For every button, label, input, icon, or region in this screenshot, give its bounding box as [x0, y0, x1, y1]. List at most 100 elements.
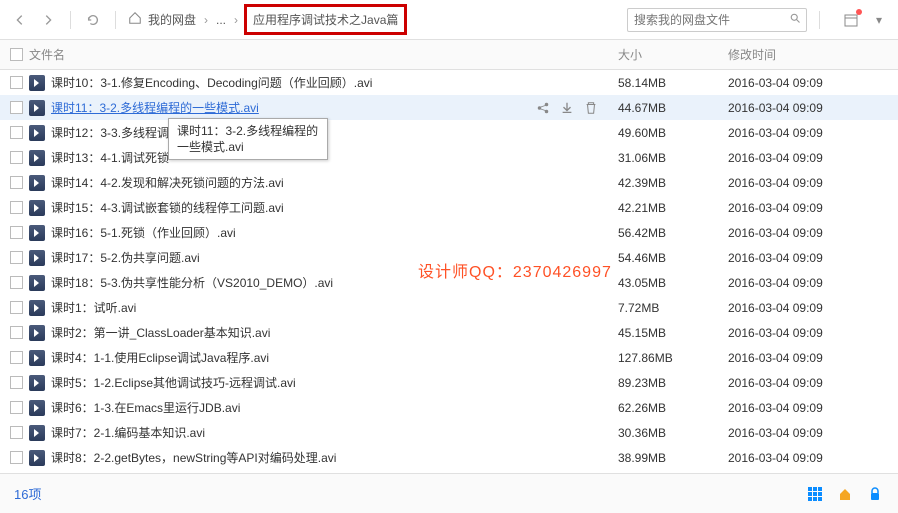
row-actions — [536, 101, 598, 115]
column-headers: 文件名 大小 修改时间 — [0, 40, 898, 70]
file-size: 62.26MB — [618, 401, 728, 415]
file-row[interactable]: 课时1：试听.avi7.72MB2016-03-04 09:09 — [0, 295, 898, 320]
home-icon[interactable] — [128, 11, 142, 28]
file-name[interactable]: 课时7：2-1.编码基本知识.avi — [51, 424, 618, 441]
search-icon[interactable] — [789, 12, 801, 27]
row-checkbox[interactable] — [10, 101, 23, 114]
nav-back-button[interactable] — [10, 10, 30, 30]
row-checkbox[interactable] — [10, 376, 23, 389]
file-row[interactable]: 课时13：4-1.调试死锁31.06MB2016-03-04 09:09 — [0, 145, 898, 170]
file-size: 56.42MB — [618, 226, 728, 240]
breadcrumb-current[interactable]: 应用程序调试技术之Java篇 — [253, 13, 398, 27]
file-row[interactable]: 课时6：1-3.在Emacs里运行JDB.avi62.26MB2016-03-0… — [0, 395, 898, 420]
file-row[interactable]: 课时2：第一讲_ClassLoader基本知识.avi45.15MB2016-0… — [0, 320, 898, 345]
file-mtime: 2016-03-04 09:09 — [728, 176, 898, 190]
row-checkbox[interactable] — [10, 451, 23, 464]
file-row[interactable]: 课时15：4-3.调试嵌套锁的线程停工问题.avi42.21MB2016-03-… — [0, 195, 898, 220]
file-size: 38.99MB — [618, 451, 728, 465]
file-mtime: 2016-03-04 09:09 — [728, 201, 898, 215]
file-size: 49.60MB — [618, 126, 728, 140]
file-row[interactable]: 课时12：3-3.多线程调试49.60MB2016-03-04 09:09 — [0, 120, 898, 145]
file-size: 58.14MB — [618, 76, 728, 90]
search-input[interactable] — [634, 13, 789, 27]
file-mtime: 2016-03-04 09:09 — [728, 276, 898, 290]
video-file-icon — [29, 100, 45, 116]
file-row[interactable]: 课时4：1-1.使用Eclipse调试Java程序.avi127.86MB201… — [0, 345, 898, 370]
file-name[interactable]: 课时1：试听.avi — [51, 299, 618, 316]
file-mtime: 2016-03-04 09:09 — [728, 326, 898, 340]
row-checkbox[interactable] — [10, 176, 23, 189]
row-checkbox[interactable] — [10, 226, 23, 239]
file-row[interactable]: 课时5：1-2.Eclipse其他调试技巧-远程调试.avi89.23MB201… — [0, 370, 898, 395]
row-checkbox[interactable] — [10, 76, 23, 89]
nav-forward-button[interactable] — [38, 10, 58, 30]
lock-icon[interactable] — [866, 485, 884, 503]
breadcrumb-mid[interactable]: ... — [216, 13, 226, 27]
file-name[interactable]: 课时10：3-1.修复Encoding、Decoding问题（作业回顾）.avi — [51, 74, 618, 91]
file-mtime: 2016-03-04 09:09 — [728, 426, 898, 440]
video-file-icon — [29, 300, 45, 316]
file-row[interactable]: 课时10：3-1.修复Encoding、Decoding问题（作业回顾）.avi… — [0, 70, 898, 95]
file-name[interactable]: 课时11：3-2.多线程编程的一些模式.avi — [51, 99, 536, 116]
file-name[interactable]: 课时14：4-2.发现和解决死锁问题的方法.avi — [51, 174, 618, 191]
video-file-icon — [29, 325, 45, 341]
grid-view-icon[interactable] — [806, 485, 824, 503]
video-file-icon — [29, 375, 45, 391]
video-file-icon — [29, 400, 45, 416]
file-row[interactable]: 课时8：2-2.getBytes，newString等API对编码处理.avi3… — [0, 445, 898, 470]
search-box[interactable] — [627, 8, 807, 32]
file-name[interactable]: 课时2：第一讲_ClassLoader基本知识.avi — [51, 324, 618, 341]
video-file-icon — [29, 450, 45, 466]
row-checkbox[interactable] — [10, 151, 23, 164]
file-row[interactable]: 课时14：4-2.发现和解决死锁问题的方法.avi42.39MB2016-03-… — [0, 170, 898, 195]
row-checkbox[interactable] — [10, 201, 23, 214]
video-file-icon — [29, 225, 45, 241]
toolbar: 我的网盘 › ... › 应用程序调试技术之Java篇 ▾ — [0, 0, 898, 40]
file-name[interactable]: 课时13：4-1.调试死锁 — [51, 149, 618, 166]
file-name[interactable]: 课时4：1-1.使用Eclipse调试Java程序.avi — [51, 349, 618, 366]
refresh-button[interactable] — [83, 10, 103, 30]
file-size: 43.05MB — [618, 276, 728, 290]
row-checkbox[interactable] — [10, 276, 23, 289]
file-mtime: 2016-03-04 09:09 — [728, 126, 898, 140]
file-row[interactable]: 课时11：3-2.多线程编程的一些模式.avi44.67MB2016-03-04… — [0, 95, 898, 120]
file-mtime: 2016-03-04 09:09 — [728, 401, 898, 415]
row-checkbox[interactable] — [10, 301, 23, 314]
select-all-checkbox[interactable] — [10, 48, 23, 61]
row-checkbox[interactable] — [10, 251, 23, 264]
video-file-icon — [29, 175, 45, 191]
row-checkbox[interactable] — [10, 401, 23, 414]
file-name[interactable]: 课时12：3-3.多线程调试 — [51, 124, 618, 141]
file-name[interactable]: 课时6：1-3.在Emacs里运行JDB.avi — [51, 399, 618, 416]
file-name[interactable]: 课时5：1-2.Eclipse其他调试技巧-远程调试.avi — [51, 374, 618, 391]
file-row[interactable]: 课时7：2-1.编码基本知识.avi30.36MB2016-03-04 09:0… — [0, 420, 898, 445]
calendar-icon[interactable] — [842, 11, 860, 29]
file-row[interactable]: 课时16：5-1.死锁（作业回顾）.avi56.42MB2016-03-04 0… — [0, 220, 898, 245]
dropdown-icon[interactable]: ▾ — [870, 11, 888, 29]
file-mtime: 2016-03-04 09:09 — [728, 301, 898, 315]
row-checkbox[interactable] — [10, 351, 23, 364]
file-name[interactable]: 课时15：4-3.调试嵌套锁的线程停工问题.avi — [51, 199, 618, 216]
row-checkbox[interactable] — [10, 126, 23, 139]
file-size: 44.67MB — [618, 101, 728, 115]
header-name[interactable]: 文件名 — [29, 46, 618, 63]
cleanup-icon[interactable] — [836, 485, 854, 503]
file-size: 42.39MB — [618, 176, 728, 190]
share-icon[interactable] — [536, 101, 550, 115]
chevron-right-icon: › — [234, 13, 238, 27]
file-mtime: 2016-03-04 09:09 — [728, 251, 898, 265]
row-checkbox[interactable] — [10, 326, 23, 339]
header-size[interactable]: 大小 — [618, 46, 728, 63]
delete-icon[interactable] — [584, 101, 598, 115]
file-name[interactable]: 课时8：2-2.getBytes，newString等API对编码处理.avi — [51, 449, 618, 466]
chevron-right-icon: › — [204, 13, 208, 27]
footer: 16项 — [0, 473, 898, 513]
file-name[interactable]: 课时16：5-1.死锁（作业回顾）.avi — [51, 224, 618, 241]
row-checkbox[interactable] — [10, 426, 23, 439]
video-file-icon — [29, 350, 45, 366]
header-mtime[interactable]: 修改时间 — [728, 46, 898, 63]
file-mtime: 2016-03-04 09:09 — [728, 151, 898, 165]
breadcrumb-root[interactable]: 我的网盘 — [148, 11, 196, 28]
breadcrumb: 我的网盘 › ... › 应用程序调试技术之Java篇 — [128, 4, 407, 35]
download-icon[interactable] — [560, 101, 574, 115]
